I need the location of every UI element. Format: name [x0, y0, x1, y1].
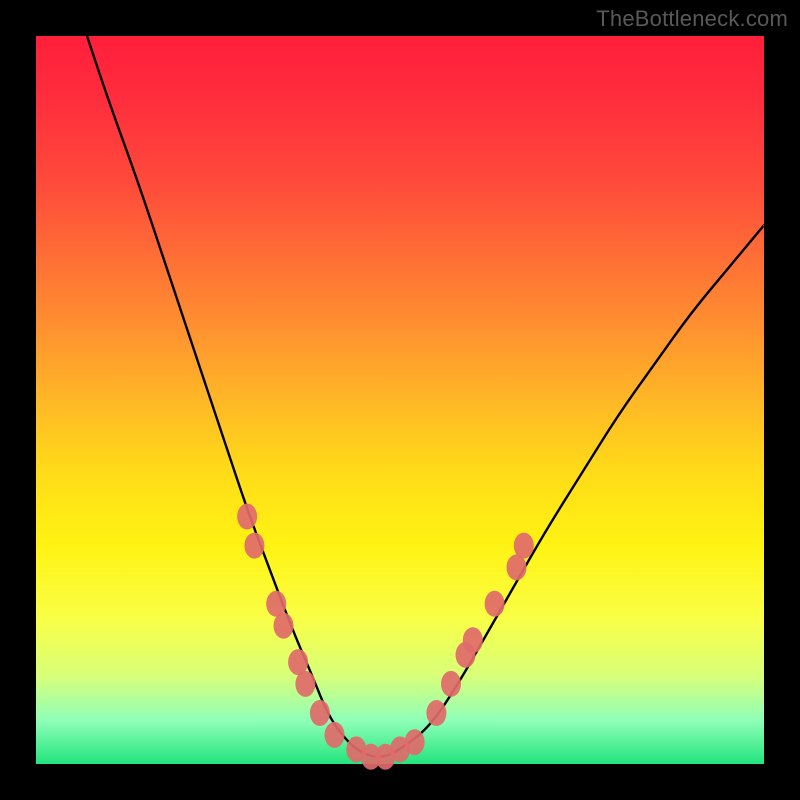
watermark-text: TheBottleneck.com [596, 6, 788, 32]
marker-point [295, 671, 315, 697]
bottleneck-curve [87, 36, 764, 757]
marker-point [514, 533, 534, 559]
marker-point [274, 613, 294, 639]
marker-point [426, 700, 446, 726]
marker-point [463, 627, 483, 653]
chart-svg [36, 36, 764, 764]
marker-point [244, 533, 264, 559]
marker-point [405, 729, 425, 755]
highlighted-points [237, 504, 534, 770]
marker-point [485, 591, 505, 617]
marker-point [325, 722, 345, 748]
marker-point [441, 671, 461, 697]
plot-area [36, 36, 764, 764]
marker-point [310, 700, 330, 726]
chart-stage: TheBottleneck.com [0, 0, 800, 800]
marker-point [237, 504, 257, 530]
